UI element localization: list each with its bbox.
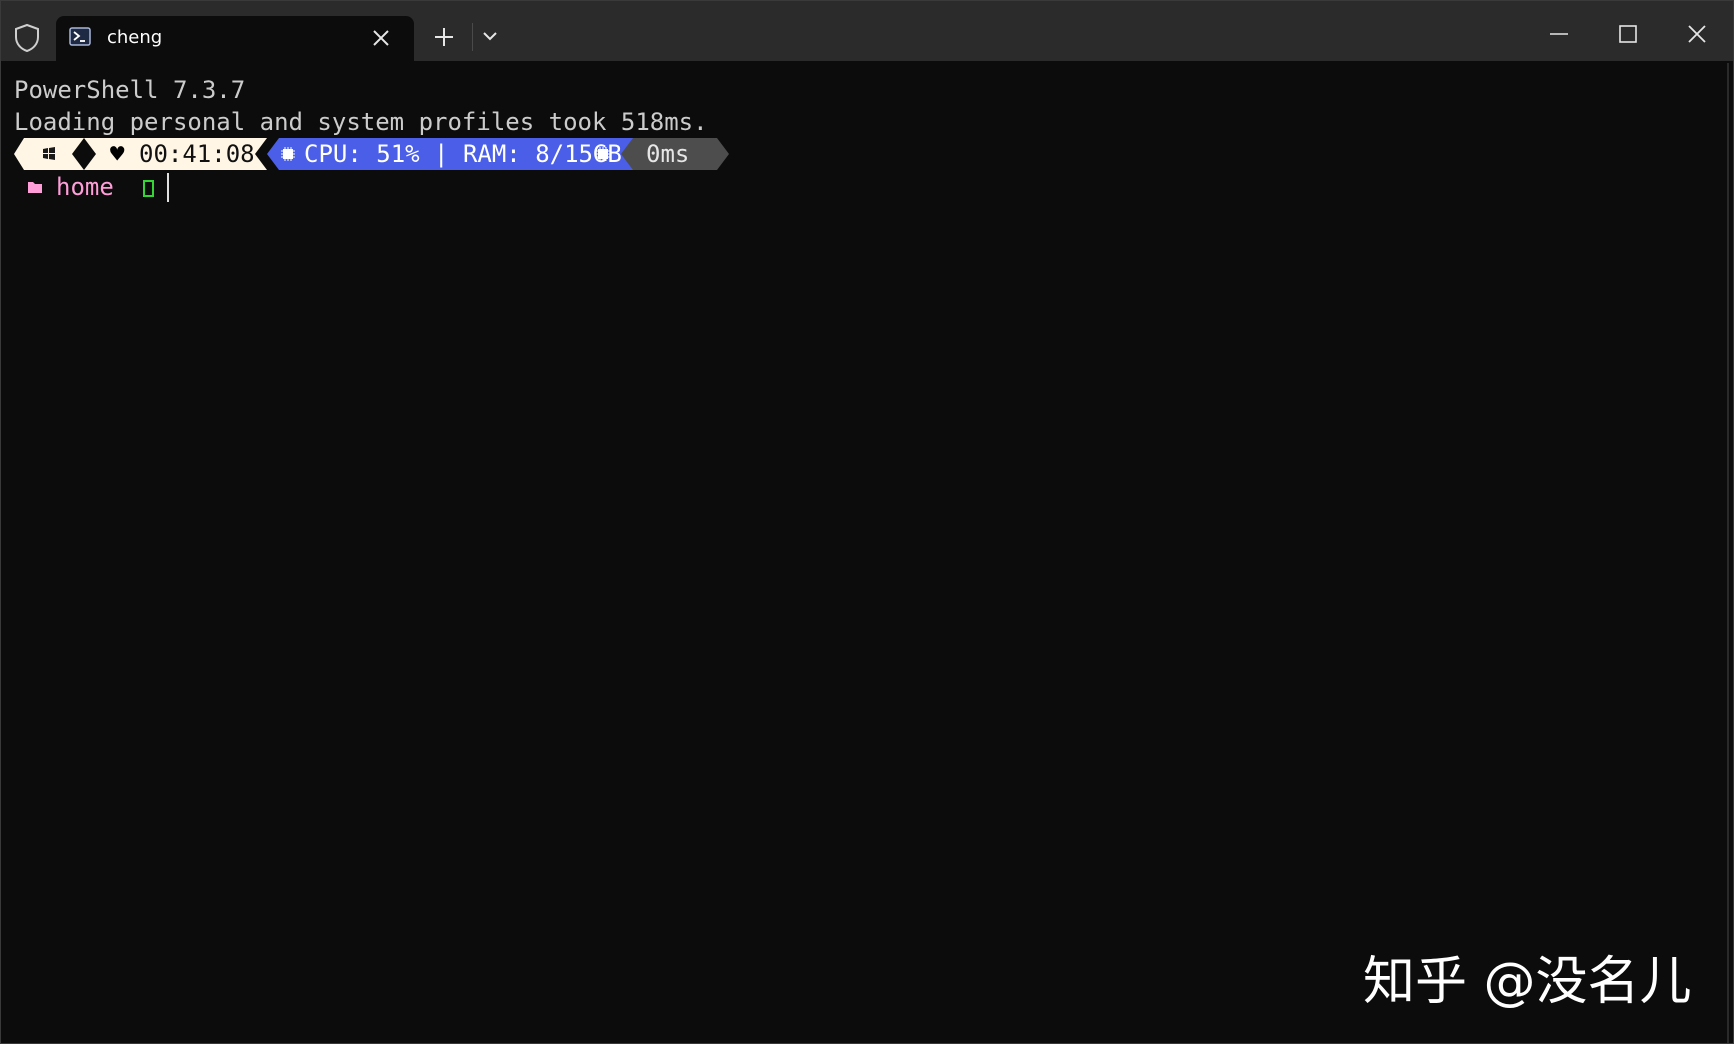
prompt-time: 00:41:08 [139, 140, 255, 168]
folder-icon [28, 182, 42, 193]
text-cursor [167, 173, 169, 202]
minimize-icon[interactable] [1548, 23, 1570, 45]
maximize-icon[interactable] [1617, 23, 1639, 45]
prompt-cpu-ram: CPU: 51% | RAM: 8/15GB [304, 140, 622, 168]
output-line-version: PowerShell 7.3.7 [14, 76, 246, 104]
scrollbar[interactable] [1727, 63, 1729, 1043]
powershell-icon [69, 27, 91, 46]
prompt-symbol-icon [143, 180, 154, 197]
windows-logo-icon [43, 147, 55, 160]
chip-icon [596, 147, 610, 161]
tab-cheng[interactable]: cheng [56, 16, 414, 61]
prompt-duration: 0ms [646, 140, 690, 168]
title-bar: cheng [1, 1, 1733, 61]
tab-title: cheng [107, 27, 163, 48]
output-line-profiles: Loading personal and system profiles too… [14, 108, 708, 136]
heart-icon: ♥ [110, 140, 125, 168]
shield-icon[interactable] [13, 23, 41, 53]
tab-separator [472, 23, 473, 51]
window-close-icon[interactable] [1686, 23, 1708, 45]
watermark: 知乎 @没名儿 [1363, 952, 1692, 1012]
chevron-down-icon[interactable] [482, 30, 498, 42]
terminal-window: cheng PowerShell 7.3.7 Loading personal … [0, 0, 1734, 1044]
chip-icon [281, 147, 295, 161]
close-icon[interactable] [372, 29, 390, 47]
prompt-directory: home [56, 173, 114, 201]
terminal-pane[interactable]: PowerShell 7.3.7 Loading personal and sy… [1, 61, 1733, 1043]
plus-icon[interactable] [433, 26, 455, 48]
